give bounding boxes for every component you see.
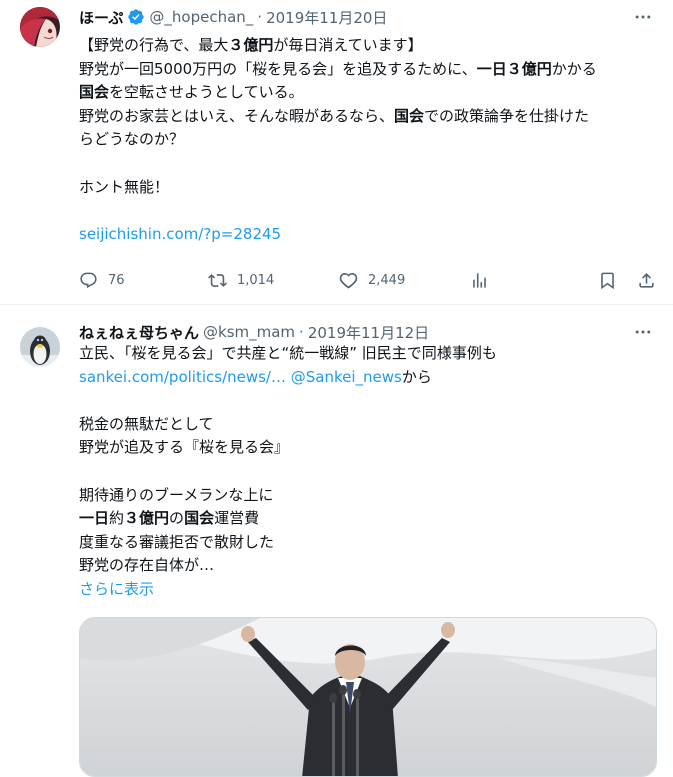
verified-badge-icon xyxy=(128,9,145,25)
text-line: 野党のお家芸とはいえ、そんな暇があるなら、国会での政策論争を仕掛けた xyxy=(79,105,664,129)
bookmark-icon xyxy=(601,272,614,289)
text-line: 野党の存在自体が… xyxy=(79,554,664,578)
text-segment: 約 xyxy=(109,509,125,528)
share-button[interactable] xyxy=(637,266,656,294)
tweet-date[interactable]: 2019年11月12日 xyxy=(308,322,429,343)
avatar[interactable] xyxy=(20,327,60,367)
text-segment: 野党の存在自体が… xyxy=(79,556,215,575)
share-icon xyxy=(639,272,654,288)
tweet-header: ほーぷ @_hopechan_ · 2019年11月20日 xyxy=(79,6,387,28)
more-options-icon[interactable] xyxy=(631,7,655,27)
author-handle[interactable]: @ksm_mam xyxy=(203,323,295,341)
text-segment: 度重なる審議拒否で散財した xyxy=(79,532,275,551)
retweet-icon xyxy=(208,273,227,287)
tweet-ksm-mam[interactable]: ねぇねぇ母ちゃん @ksm_mam · 2019年11月12日 立民、「桜を見る… xyxy=(0,306,673,777)
heart-icon xyxy=(339,272,358,288)
author-name[interactable]: ねぇねぇ母ちゃん xyxy=(79,322,199,343)
text-line: らどうなのか？ xyxy=(79,128,664,152)
text-segment: から xyxy=(401,367,432,386)
analytics-icon xyxy=(473,272,486,288)
link[interactable]: sankei.com/politics/news/… xyxy=(79,368,286,386)
show-more-link[interactable]: さらに表示 xyxy=(79,580,154,598)
text-line: sankei.com/politics/news/… @Sankei_newsか… xyxy=(79,366,664,390)
bold-text: ３億円 xyxy=(124,509,170,528)
text-segment: 税金の無駄だとして xyxy=(79,414,214,433)
like-button[interactable]: 2,449 xyxy=(339,266,405,294)
bold-text: 国会 xyxy=(394,106,425,125)
text-line: ホント無能！ xyxy=(79,176,664,200)
text-line: 野党が追及する『桜を見る会』 xyxy=(79,436,664,460)
separator-dot: · xyxy=(299,323,304,341)
text-segment: 野党が一回5000万円の「桜を見る会」を追及するために、 xyxy=(79,59,477,78)
bookmark-button[interactable] xyxy=(598,266,617,294)
text-line: 度重なる審議拒否で散財した xyxy=(79,531,664,555)
author-handle[interactable]: @_hopechan_ xyxy=(149,8,253,26)
text-line: 【野党の行為で、最大３億円が毎日消えています】 xyxy=(79,34,664,58)
tweet-text: 【野党の行為で、最大３億円が毎日消えています】 野党が一回5000万円の「桜を見る… xyxy=(79,34,664,246)
reply-count: 76 xyxy=(108,272,125,288)
text-segment: かかる xyxy=(551,59,597,78)
author-name[interactable]: ほーぷ xyxy=(79,7,123,28)
text-line: seijichishin.com/?p=28245 xyxy=(79,223,664,247)
text-line: さらに表示 xyxy=(79,578,664,602)
tweet-date[interactable]: 2019年11月20日 xyxy=(266,7,387,28)
text-line: 立民、「桜を見る会」で共産と“統一戦線” 旧民主で同様事例も xyxy=(79,342,664,366)
text-line: 期待通りのブーメランな上に xyxy=(79,484,664,508)
reply-button[interactable]: 76 xyxy=(79,266,125,294)
separator-dot: · xyxy=(257,8,263,26)
tweet-actions: 76 1,014 2,449 xyxy=(79,266,664,294)
reply-icon xyxy=(80,272,97,288)
like-count: 2,449 xyxy=(368,272,406,288)
link[interactable]: @Sankei_news xyxy=(291,368,402,386)
text-segment: を空転させようとしている。 xyxy=(109,83,304,102)
text-segment: 野党のお家芸とはいえ、そんな暇があるなら、 xyxy=(79,106,395,125)
bold-text: 国会 xyxy=(184,509,215,528)
text-line: 一日約３億円の国会運営費 xyxy=(79,507,664,531)
text-line: 野党が一回5000万円の「桜を見る会」を追及するために、一日３億円かかる xyxy=(79,58,664,82)
retweet-button[interactable]: 1,014 xyxy=(208,266,274,294)
text-segment: の xyxy=(169,509,185,528)
more-options-icon[interactable] xyxy=(631,322,655,342)
bold-text: 一日３億円 xyxy=(476,59,552,78)
photo-image xyxy=(80,618,656,776)
tweet-hopechan[interactable]: ほーぷ @_hopechan_ · 2019年11月20日 【野党の行為で、最大… xyxy=(0,0,673,305)
text-segment: が毎日消えています】 xyxy=(273,36,423,54)
text-segment: での政策論争を仕掛けた xyxy=(424,106,590,125)
bold-text: ３億円 xyxy=(228,36,274,54)
tweet-media-photo[interactable] xyxy=(79,617,657,777)
text-segment: 期待通りのブーメランな上に xyxy=(79,485,274,504)
bold-text: 一日 xyxy=(79,509,110,528)
text-segment: ホント無能！ xyxy=(79,177,170,196)
tweet-text: 立民、「桜を見る会」で共産と“統一戦線” 旧民主で同様事例も sankei.com… xyxy=(79,342,664,602)
text-segment: 【野党の行為で、最大 xyxy=(79,36,229,54)
link[interactable]: seijichishin.com/?p=28245 xyxy=(79,225,281,243)
views-button[interactable] xyxy=(470,266,489,294)
text-segment: 立民、「桜を見る会」で共産と“統一戦線” 旧民主で同様事例も xyxy=(79,344,497,362)
text-segment: 野党が追及する『桜を見る会』 xyxy=(79,438,290,457)
text-segment: 運営費 xyxy=(214,509,260,528)
tweet-header: ねぇねぇ母ちゃん @ksm_mam · 2019年11月12日 xyxy=(79,321,429,343)
retweet-count: 1,014 xyxy=(237,272,275,288)
text-segment: らどうなのか？ xyxy=(79,130,185,149)
bold-text: 国会 xyxy=(79,83,110,102)
text-line: 税金の無駄だとして xyxy=(79,413,664,437)
avatar[interactable] xyxy=(20,7,60,47)
text-line: 国会を空転させようとしている。 xyxy=(79,81,664,105)
